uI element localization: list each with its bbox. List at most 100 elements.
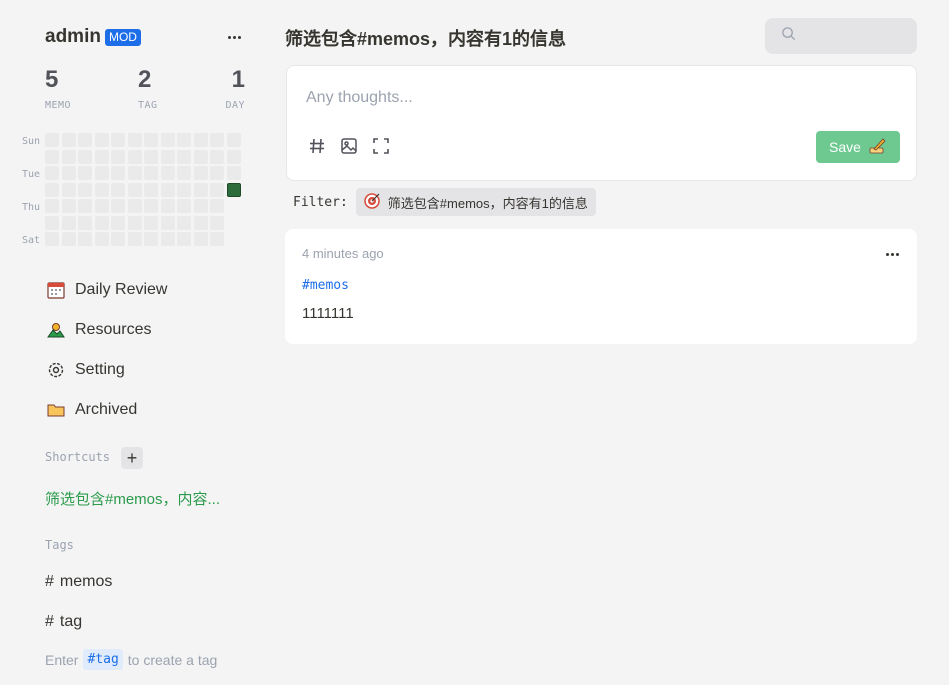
page-title: 筛选包含#memos，内容有1的信息 bbox=[285, 29, 567, 49]
tag-create-tip: Enter #tag to create a tag bbox=[45, 649, 217, 670]
heatmap-cell bbox=[61, 215, 76, 230]
heatmap-cell bbox=[111, 232, 125, 246]
heatmap-cell[interactable] bbox=[226, 182, 241, 197]
heatmap-cell bbox=[226, 166, 241, 180]
heatmap-cell bbox=[210, 232, 224, 246]
heatmap-cell bbox=[160, 215, 175, 230]
heatmap-cell bbox=[144, 133, 158, 147]
more-dot bbox=[895, 252, 899, 256]
role-badge: MOD bbox=[104, 28, 141, 46]
calendar-icon bbox=[45, 279, 67, 301]
search-input[interactable] bbox=[804, 28, 904, 44]
user-banner: admin MOD bbox=[45, 24, 245, 50]
target-icon bbox=[364, 192, 380, 212]
more-dot bbox=[890, 252, 894, 256]
tip-tag-chip: #tag bbox=[83, 649, 123, 670]
heatmap-cell bbox=[210, 133, 224, 147]
heatmap-cell bbox=[127, 232, 142, 246]
heatmap-cell bbox=[177, 149, 191, 164]
heatmap-cell bbox=[193, 149, 208, 164]
add-shortcut-button[interactable]: + bbox=[121, 447, 143, 469]
heatmap-cell bbox=[177, 215, 191, 230]
heatmap-cell bbox=[144, 232, 158, 246]
memo-more-button[interactable] bbox=[881, 246, 903, 262]
memo-editor: Any thoughts... Save bbox=[286, 65, 917, 181]
sidebar-item-archived[interactable]: Archived bbox=[45, 395, 255, 425]
memo-card: 4 minutes ago #memos 1111111 bbox=[285, 229, 917, 344]
heatmap-cell bbox=[127, 166, 142, 180]
heatmap-cell bbox=[61, 133, 76, 147]
tip-after: to create a tag bbox=[127, 651, 218, 668]
heatmap-cell bbox=[94, 199, 109, 213]
more-dot bbox=[237, 35, 241, 39]
username[interactable]: admin bbox=[45, 26, 101, 48]
heatmap-cell bbox=[193, 232, 208, 246]
plus-icon: + bbox=[126, 447, 138, 468]
heatmap-cell bbox=[78, 232, 92, 246]
heatmap-cell bbox=[177, 133, 191, 147]
stat-tag-label: TAG bbox=[138, 100, 158, 111]
heatmap-cell bbox=[45, 199, 59, 213]
heatmap-cell bbox=[61, 166, 76, 180]
filter-chip[interactable]: 筛选包含#memos，内容有1的信息 bbox=[355, 188, 596, 216]
heatmap-cell bbox=[45, 232, 59, 246]
tag-item-tag[interactable]: # tag bbox=[45, 613, 82, 631]
heatmap-cell bbox=[177, 199, 191, 213]
heatmap-cell bbox=[127, 133, 142, 147]
heatmap-cell bbox=[111, 182, 125, 197]
heatmap-cell bbox=[177, 182, 191, 197]
heatmap-cell bbox=[127, 182, 142, 197]
heatmap-cell bbox=[127, 215, 142, 230]
heatmap-cell bbox=[177, 232, 191, 246]
memo-tag-link[interactable]: #memos bbox=[302, 278, 349, 293]
stat-day-label: DAY bbox=[225, 100, 245, 111]
hash-tag-icon[interactable] bbox=[307, 136, 327, 156]
heatmap-cell bbox=[94, 149, 109, 164]
shortcut-item[interactable]: 筛选包含#memos，内容... bbox=[45, 488, 245, 509]
tag-item-memos[interactable]: # memos bbox=[45, 573, 112, 591]
tags-title: Tags bbox=[45, 538, 74, 552]
fullscreen-icon[interactable] bbox=[371, 136, 391, 156]
heatmap-cell bbox=[144, 182, 158, 197]
save-button[interactable]: Save bbox=[816, 131, 900, 163]
writing-hand-icon bbox=[869, 137, 887, 158]
heatmap-cell bbox=[144, 199, 158, 213]
heatmap-cell bbox=[210, 149, 224, 164]
heatmap-cell bbox=[226, 133, 241, 147]
sidebar-item-setting[interactable]: Setting bbox=[45, 355, 255, 385]
stat-day: 1 DAY bbox=[225, 66, 245, 111]
search-icon bbox=[781, 26, 796, 46]
heatmap-cell bbox=[111, 166, 125, 180]
heatmap-cell bbox=[144, 149, 158, 164]
heatmap-cell bbox=[210, 199, 224, 213]
heatmap-day-label: Sun bbox=[22, 136, 41, 147]
heatmap-cell bbox=[78, 199, 92, 213]
search-box[interactable] bbox=[765, 18, 917, 54]
sidebar-item-daily-review[interactable]: Daily Review bbox=[45, 275, 255, 305]
filter-label: Filter: bbox=[293, 194, 348, 210]
image-upload-icon[interactable] bbox=[339, 136, 359, 156]
heatmap-cell bbox=[193, 133, 208, 147]
sidebar-item-resources[interactable]: Resources bbox=[45, 315, 255, 345]
tip-before: Enter bbox=[45, 651, 79, 668]
heatmap-day-label: Tue bbox=[22, 169, 41, 180]
user-menu-button[interactable] bbox=[223, 26, 245, 48]
heatmap-cell bbox=[61, 199, 76, 213]
heatmap-cell bbox=[61, 149, 76, 164]
heatmap-day-label: Sat bbox=[22, 235, 41, 246]
heatmap-cell bbox=[78, 215, 92, 230]
hash-icon: # bbox=[45, 613, 54, 630]
sidebar-item-label: Resources bbox=[75, 321, 152, 338]
sidebar-item-label: Archived bbox=[75, 401, 138, 418]
heatmap-cell bbox=[111, 215, 125, 230]
folder-icon bbox=[45, 399, 67, 421]
heatmap-cell bbox=[160, 166, 175, 180]
sidebar-item-label: Setting bbox=[75, 361, 125, 378]
activity-heatmap: Sun Tue Thu Sat bbox=[18, 133, 248, 248]
editor-input[interactable]: Any thoughts... bbox=[306, 89, 413, 107]
heatmap-cell bbox=[210, 166, 224, 180]
tag-label: tag bbox=[59, 613, 83, 630]
filter-bar: Filter: 筛选包含#memos，内容有1的信息 bbox=[293, 188, 596, 216]
editor-toolbar bbox=[307, 136, 391, 156]
heatmap-cell bbox=[45, 149, 59, 164]
